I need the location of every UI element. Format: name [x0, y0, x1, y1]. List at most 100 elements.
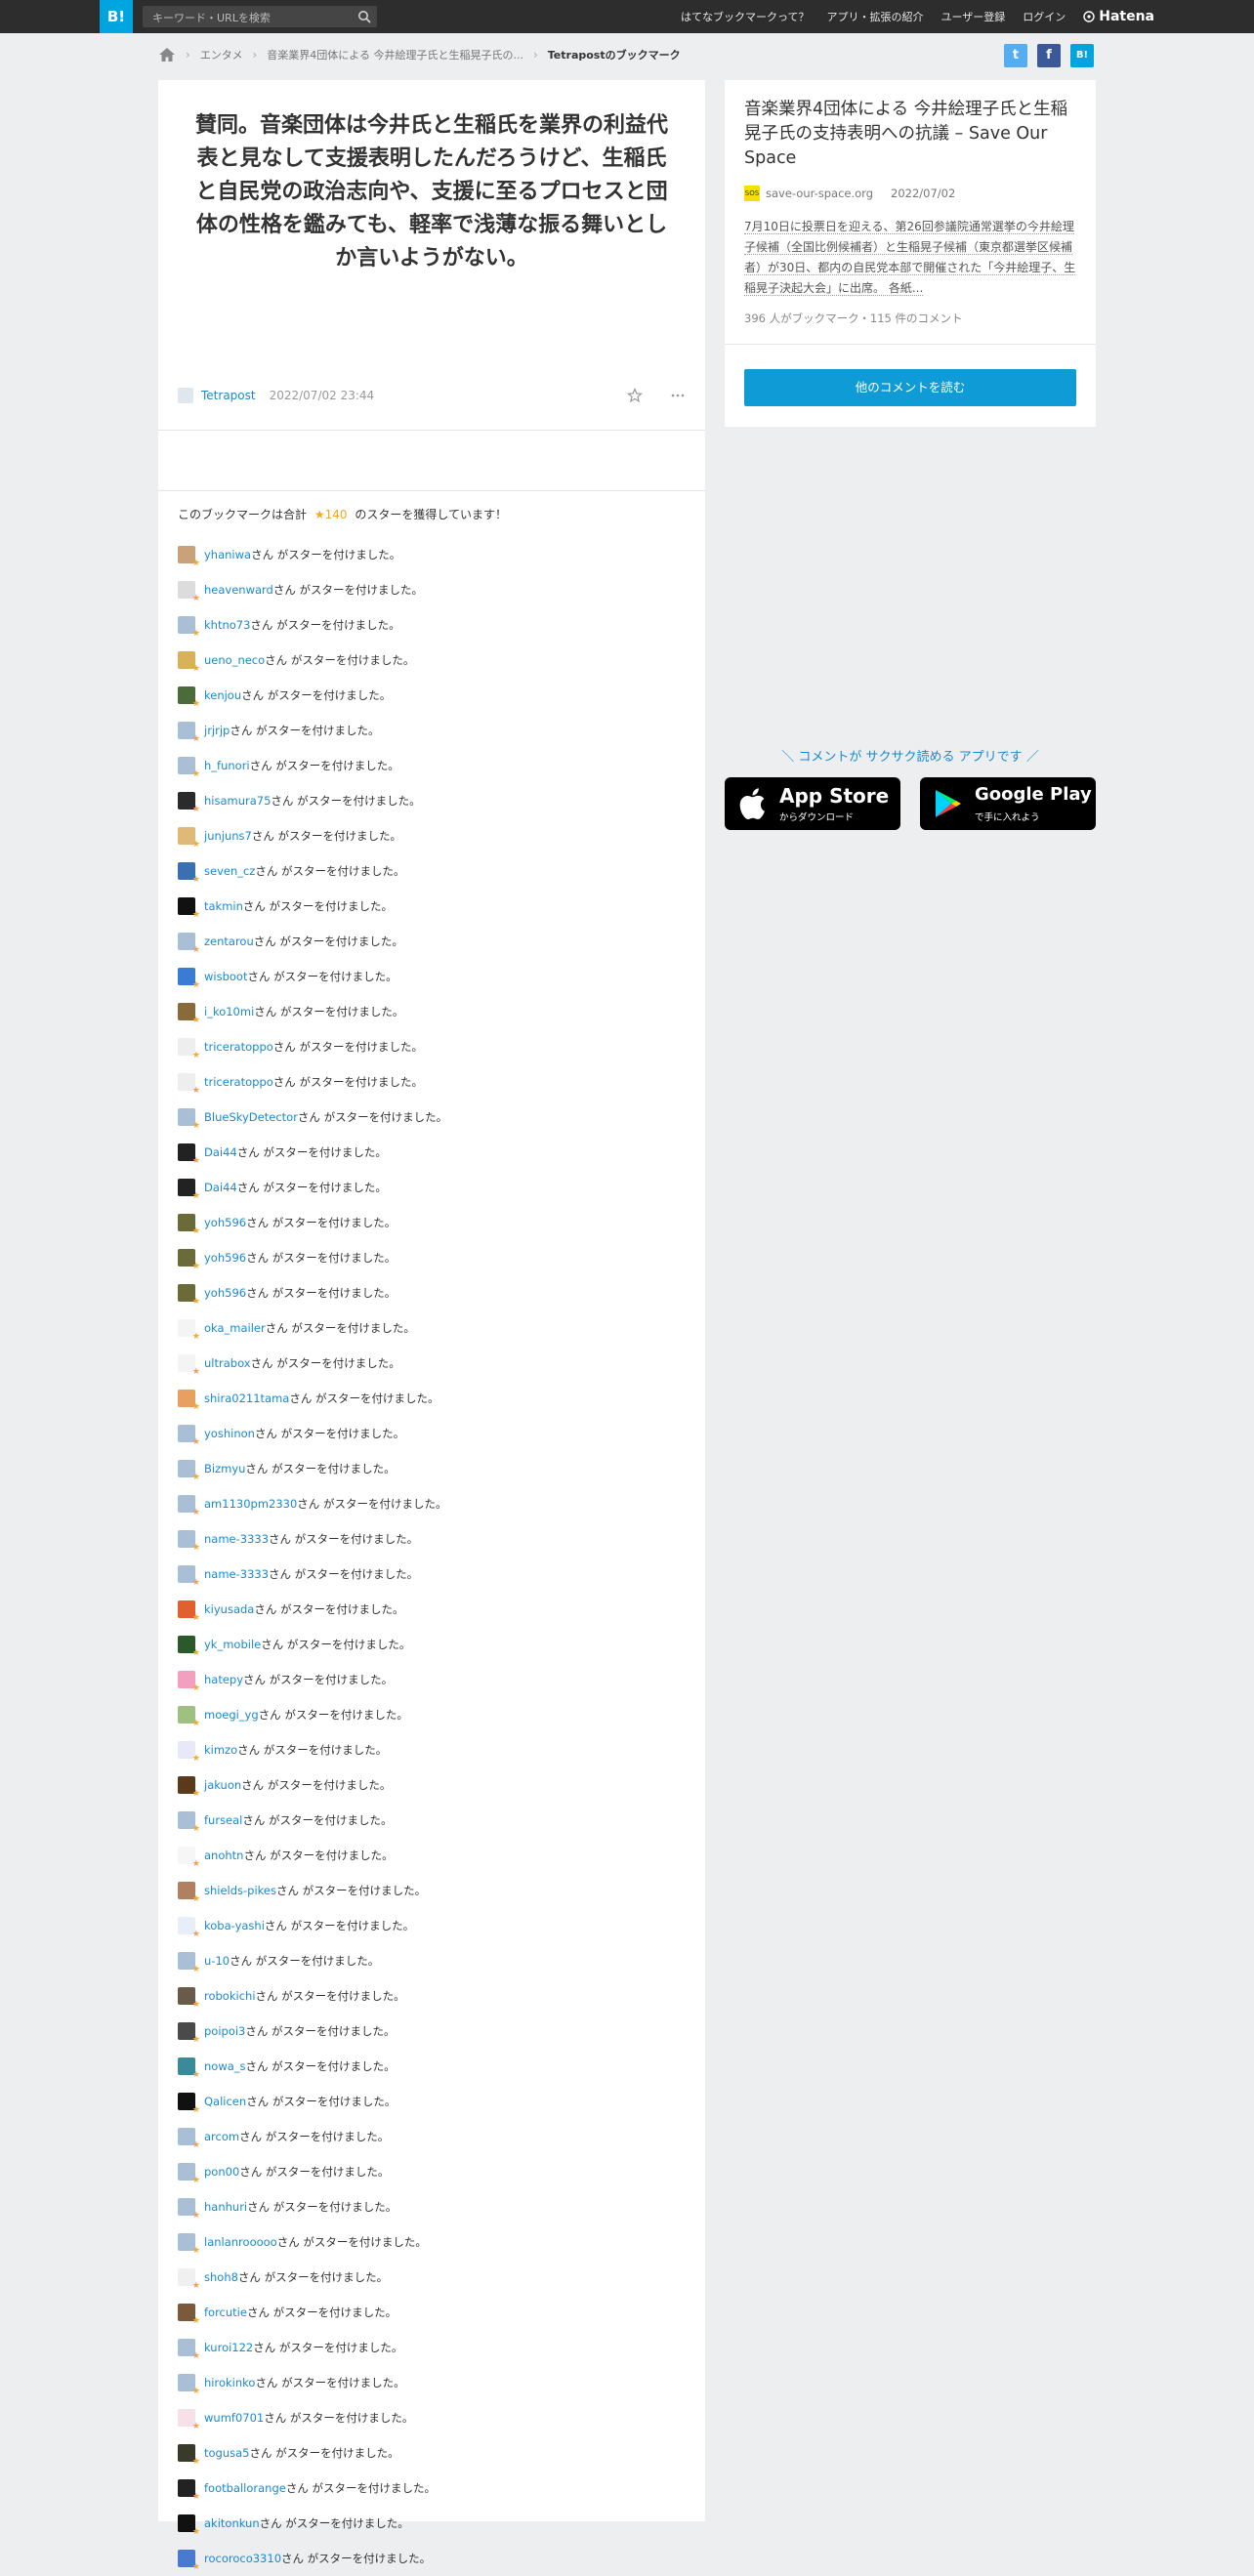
user-avatar[interactable]: ★: [178, 1460, 200, 1482]
user-avatar[interactable]: ★: [178, 2233, 200, 2256]
user-avatar[interactable]: ★: [178, 686, 200, 709]
more-menu-icon[interactable]: [670, 388, 686, 403]
user-avatar[interactable]: ★: [178, 546, 200, 568]
star-user-link[interactable]: u-10: [204, 1954, 230, 1968]
star-user-link[interactable]: yhaniwa: [204, 548, 251, 561]
star-user-link[interactable]: Dai44: [204, 1181, 237, 1194]
home-icon[interactable]: [158, 47, 176, 62]
nav-register[interactable]: ユーザー登録: [940, 9, 1005, 24]
app-store-badge[interactable]: App Store からダウンロード: [725, 777, 900, 830]
star-user-link[interactable]: yk_mobile: [204, 1638, 261, 1651]
user-avatar[interactable]: ★: [178, 1354, 200, 1377]
star-user-link[interactable]: Dai44: [204, 1145, 237, 1159]
star-user-link[interactable]: takmin: [204, 899, 243, 913]
user-avatar[interactable]: ★: [178, 2022, 200, 2045]
star-user-link[interactable]: kenjou: [204, 688, 241, 702]
user-avatar[interactable]: ★: [178, 581, 200, 603]
user-avatar[interactable]: ★: [178, 757, 200, 779]
user-avatar[interactable]: ★: [178, 792, 200, 814]
breadcrumb-category[interactable]: エンタメ: [200, 47, 243, 62]
star-user-link[interactable]: shields-pikes: [204, 1884, 276, 1897]
star-user-link[interactable]: name-3333: [204, 1532, 269, 1546]
user-avatar[interactable]: ★: [178, 1179, 200, 1201]
user-avatar[interactable]: ★: [178, 616, 200, 639]
user-avatar[interactable]: ★: [178, 1952, 200, 1974]
user-avatar[interactable]: ★: [178, 2163, 200, 2185]
star-user-link[interactable]: moegi_yg: [204, 1708, 259, 1722]
star-user-link[interactable]: am1130pm2330: [204, 1497, 297, 1511]
star-user-link[interactable]: anohtn: [204, 1849, 243, 1862]
star-user-link[interactable]: arcom: [204, 2130, 239, 2143]
star-user-link[interactable]: heavenward: [204, 583, 273, 597]
user-avatar[interactable]: ★: [178, 1284, 200, 1307]
user-avatar[interactable]: ★: [178, 1003, 200, 1025]
user-avatar[interactable]: ★: [178, 1249, 200, 1271]
user-avatar[interactable]: ★: [178, 1390, 200, 1412]
comment-user-link[interactable]: Tetrapost: [201, 389, 256, 402]
star-user-link[interactable]: triceratoppo: [204, 1040, 273, 1054]
star-user-link[interactable]: kimzo: [204, 1743, 237, 1757]
user-avatar[interactable]: ★: [178, 1987, 200, 2010]
star-user-link[interactable]: koba-yashi: [204, 1919, 265, 1932]
star-user-link[interactable]: kuroi122: [204, 2341, 253, 2354]
breadcrumb-entry[interactable]: 音楽業界4団体による 今井絵理子氏と生稲晃子氏の...: [267, 47, 523, 62]
star-user-link[interactable]: hirokinko: [204, 2376, 255, 2389]
nav-apps[interactable]: アプリ・拡張の紹介: [826, 9, 923, 24]
user-avatar[interactable]: ★: [178, 1847, 200, 1869]
star-user-link[interactable]: yoshinon: [204, 1427, 255, 1440]
user-avatar[interactable]: ★: [178, 1636, 200, 1658]
star-user-link[interactable]: oka_mailer: [204, 1321, 266, 1335]
read-other-comments-button[interactable]: 他のコメントを読む: [744, 369, 1076, 406]
search-box[interactable]: [143, 6, 377, 29]
user-avatar[interactable]: ★: [178, 827, 200, 850]
nav-login[interactable]: ログイン: [1023, 9, 1066, 24]
user-avatar[interactable]: ★: [178, 2128, 200, 2150]
star-user-link[interactable]: yoh596: [204, 1216, 246, 1229]
star-user-link[interactable]: kiyusada: [204, 1602, 254, 1616]
entry-counts[interactable]: 396 人がブックマーク・115 件のコメント: [744, 311, 962, 326]
user-avatar[interactable]: ★: [178, 1143, 200, 1166]
user-avatar[interactable]: ★: [178, 1530, 200, 1553]
user-avatar[interactable]: ★: [178, 1425, 200, 1447]
star-user-link[interactable]: rocoroco3310: [204, 2552, 281, 2565]
user-avatar[interactable]: ★: [178, 2409, 200, 2431]
star-user-link[interactable]: poipoi3: [204, 2024, 245, 2038]
user-avatar[interactable]: ★: [178, 2198, 200, 2221]
user-avatar[interactable]: ★: [178, 933, 200, 955]
user-avatar[interactable]: ★: [178, 2268, 200, 2291]
user-avatar[interactable]: ★: [178, 862, 200, 885]
user-avatar[interactable]: ★: [178, 1108, 200, 1131]
star-user-link[interactable]: yoh596: [204, 1251, 246, 1265]
star-user-link[interactable]: footballorange: [204, 2481, 286, 2495]
star-user-link[interactable]: wisboot: [204, 970, 247, 983]
user-avatar[interactable]: ★: [178, 1073, 200, 1096]
user-avatar[interactable]: ★: [178, 1600, 200, 1623]
hatena-share-button[interactable]: B!: [1070, 44, 1094, 67]
star-user-link[interactable]: shoh8: [204, 2270, 238, 2284]
user-avatar[interactable]: ★: [178, 2550, 200, 2572]
user-avatar[interactable]: ★: [178, 1741, 200, 1764]
google-play-badge[interactable]: Google Play で手に入れよう: [920, 777, 1096, 830]
star-user-link[interactable]: i_ko10mi: [204, 1005, 254, 1018]
user-avatar[interactable]: ★: [178, 1811, 200, 1834]
user-avatar[interactable]: [178, 388, 193, 403]
user-avatar[interactable]: ★: [178, 1214, 200, 1236]
user-avatar[interactable]: ★: [178, 2374, 200, 2396]
user-avatar[interactable]: ★: [178, 2514, 200, 2537]
star-user-link[interactable]: zentarou: [204, 935, 254, 948]
star-user-link[interactable]: nowa_s: [204, 2059, 246, 2073]
star-user-link[interactable]: Qalicen: [204, 2095, 246, 2108]
star-user-link[interactable]: jrjrjp: [204, 724, 230, 737]
star-user-link[interactable]: BlueSkyDetector: [204, 1110, 298, 1124]
user-avatar[interactable]: ★: [178, 2304, 200, 2326]
user-avatar[interactable]: ★: [178, 1495, 200, 1517]
star-user-link[interactable]: lanlanrooooo: [204, 2235, 277, 2249]
star-user-link[interactable]: akitonkun: [204, 2516, 260, 2530]
star-user-link[interactable]: jakuon: [204, 1778, 241, 1792]
star-user-link[interactable]: Bizmyu: [204, 1462, 245, 1475]
user-avatar[interactable]: ★: [178, 1038, 200, 1060]
user-avatar[interactable]: ★: [178, 1671, 200, 1693]
star-user-link[interactable]: ueno_neco: [204, 653, 265, 667]
star-user-link[interactable]: hatepy: [204, 1673, 243, 1686]
facebook-share-button[interactable]: f: [1037, 44, 1061, 67]
